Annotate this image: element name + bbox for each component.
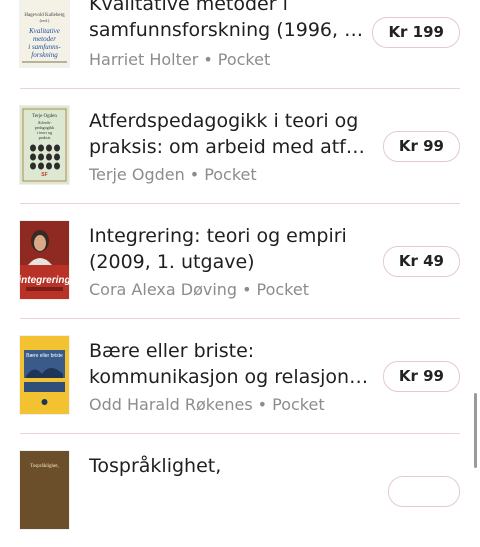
book-title-line-2: samfunnsforskning (1996, 2… [89, 19, 369, 41]
book-meta: Cora Alexa Døving • Pocket [89, 280, 309, 300]
book-title[interactable]: Kvalitative metoder i samfunnsforskning … [89, 0, 369, 43]
book-format: Pocket [272, 395, 325, 414]
book-title-line-1: Bære eller briste: [89, 340, 255, 362]
separator-dot: • [257, 395, 268, 414]
book-title-line-1: Kvalitative metoder i [89, 0, 288, 15]
svg-text:integrering: integrering [20, 275, 69, 286]
list-item[interactable]: Bære eller briste Bære eller briste: kom… [0, 318, 480, 432]
svg-text:Kvalitative: Kvalitative [28, 27, 60, 35]
book-title-line-2: (2009, 1. utgave) [89, 251, 255, 273]
svg-text:metoder: metoder [33, 35, 56, 43]
book-author: Terje Ogden [89, 165, 185, 184]
svg-text:forskning: forskning [31, 51, 58, 59]
svg-text:Terje Ogden: Terje Ogden [32, 114, 57, 119]
book-cover[interactable]: integrering [20, 221, 69, 299]
book-cover[interactable]: Hagevold Kalleberg (red.) Kvalitative me… [20, 0, 69, 67]
book-title-line-1: Tospråklighet, [89, 455, 222, 477]
separator-dot: • [242, 280, 252, 299]
list-item[interactable]: integrering Integrering: teori og empiri… [0, 203, 480, 317]
svg-text:(red.): (red.) [40, 18, 50, 23]
separator-dot: • [189, 165, 200, 184]
book-author: Harriet Holter [89, 50, 199, 69]
svg-text:praksis: praksis [39, 135, 51, 140]
price-button[interactable]: Kr 199 [372, 17, 460, 48]
book-cover[interactable]: Terje Ogden Atferds- pedagogikk i teori … [20, 106, 69, 184]
scrollbar[interactable] [474, 393, 477, 468]
book-title-line-2: praksis: om arbeid med atfe… [89, 136, 369, 158]
list-item[interactable]: Terje Ogden Atferds- pedagogikk i teori … [0, 88, 480, 202]
price-button[interactable] [388, 476, 460, 507]
list-item[interactable]: Hagevold Kalleberg (red.) Kvalitative me… [0, 0, 480, 87]
svg-text:Bære eller briste: Bære eller briste [26, 353, 63, 359]
book-format: Pocket [204, 165, 257, 184]
book-meta: Terje Ogden • Pocket [89, 165, 257, 185]
price-button[interactable]: Kr 49 [382, 246, 460, 277]
book-title[interactable]: Atferdspedagogikk i teori og praksis: om… [89, 108, 369, 160]
book-title[interactable]: Tospråklighet, [89, 453, 369, 479]
book-author: Odd Harald Røkenes [89, 395, 253, 414]
svg-text:i samfunns-: i samfunns- [28, 43, 61, 51]
book-title[interactable]: Bære eller briste: kommunikasjon og rela… [89, 338, 369, 390]
price-button[interactable]: Kr 99 [382, 361, 460, 392]
book-title-line-1: Atferdspedagogikk i teori og [89, 110, 359, 132]
book-format: Pocket [217, 50, 271, 69]
svg-text:SF: SF [41, 172, 47, 178]
book-cover[interactable]: Bære eller briste [20, 336, 69, 414]
book-cover[interactable]: Tospråklighet, [20, 451, 69, 529]
list-item[interactable]: Tospråklighet, Tospråklighet, [0, 433, 480, 547]
book-meta: Odd Harald Røkenes • Pocket [89, 395, 325, 415]
separator-dot: • [203, 50, 213, 69]
price-button[interactable]: Kr 99 [382, 131, 460, 162]
book-meta: Harriet Holter • Pocket [89, 50, 270, 70]
svg-text:Tospråklighet,: Tospråklighet, [30, 463, 59, 469]
book-format: Pocket [256, 280, 309, 299]
book-title[interactable]: Integrering: teori og empiri (2009, 1. u… [89, 223, 369, 275]
book-author: Cora Alexa Døving [89, 280, 238, 299]
book-title-line-2: kommunikasjon og relasjon… [89, 366, 369, 388]
book-title-line-1: Integrering: teori og empiri [89, 225, 347, 247]
